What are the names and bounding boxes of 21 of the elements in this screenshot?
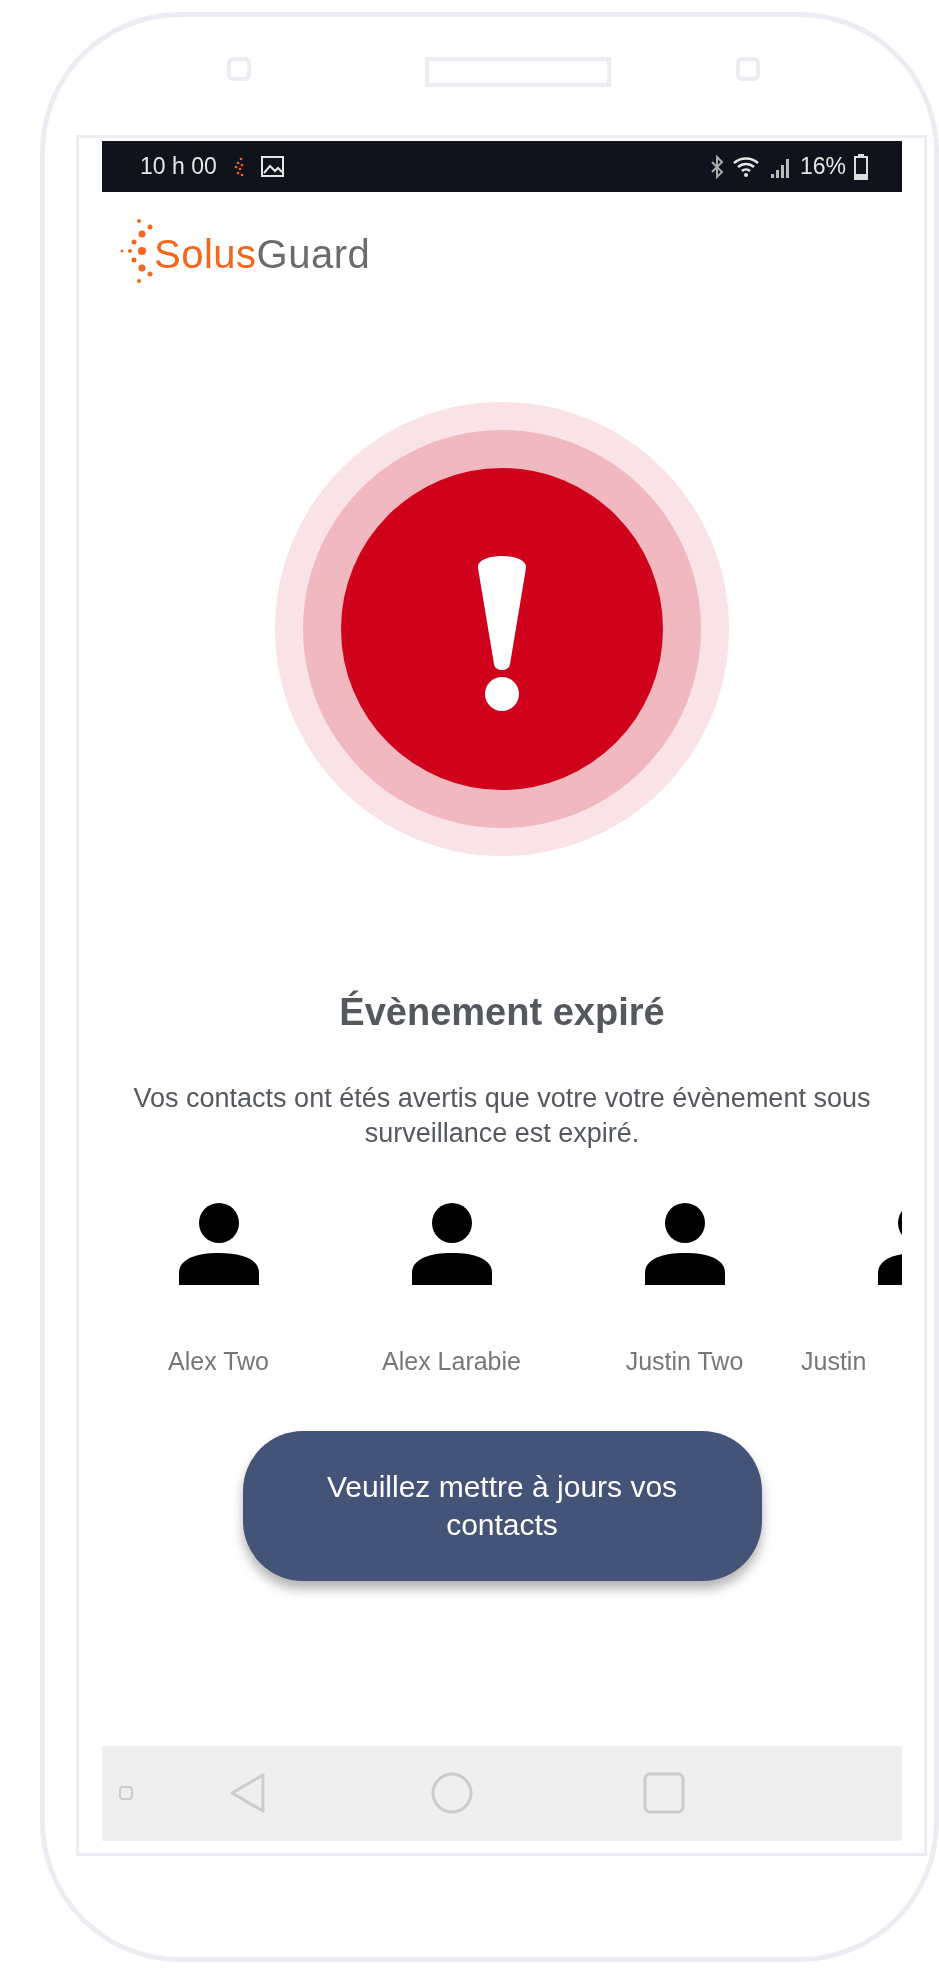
logo-text: SolusGuard xyxy=(154,231,371,278)
update-contacts-button[interactable]: Veuillez mettre à jours vos contacts xyxy=(242,1430,762,1581)
contact-name: Justin xyxy=(801,1346,867,1378)
alert-message: Vos contacts ont étés avertis que votre votre évènement sous surveillance est expiré. xyxy=(132,1082,872,1151)
battery-percent: 16% xyxy=(799,152,846,182)
person-icon xyxy=(177,1203,260,1286)
contact-name: Alex Larabie xyxy=(382,1346,521,1378)
recents-icon[interactable] xyxy=(643,1772,685,1815)
battery-icon xyxy=(854,153,868,180)
contact-name: Alex Two xyxy=(168,1346,269,1378)
logo-mark-icon xyxy=(120,218,154,284)
back-icon[interactable] xyxy=(229,1772,267,1815)
home-icon[interactable] xyxy=(431,1772,473,1815)
person-icon xyxy=(643,1203,726,1286)
person-icon xyxy=(410,1203,493,1286)
alert-title: Évènement expiré xyxy=(338,989,666,1035)
dots-icon xyxy=(232,156,245,177)
bluetooth-icon xyxy=(709,154,724,179)
contact-name: Justin Two xyxy=(625,1346,744,1378)
status-time: 10 h 00 xyxy=(140,152,217,182)
image-icon xyxy=(260,156,284,177)
